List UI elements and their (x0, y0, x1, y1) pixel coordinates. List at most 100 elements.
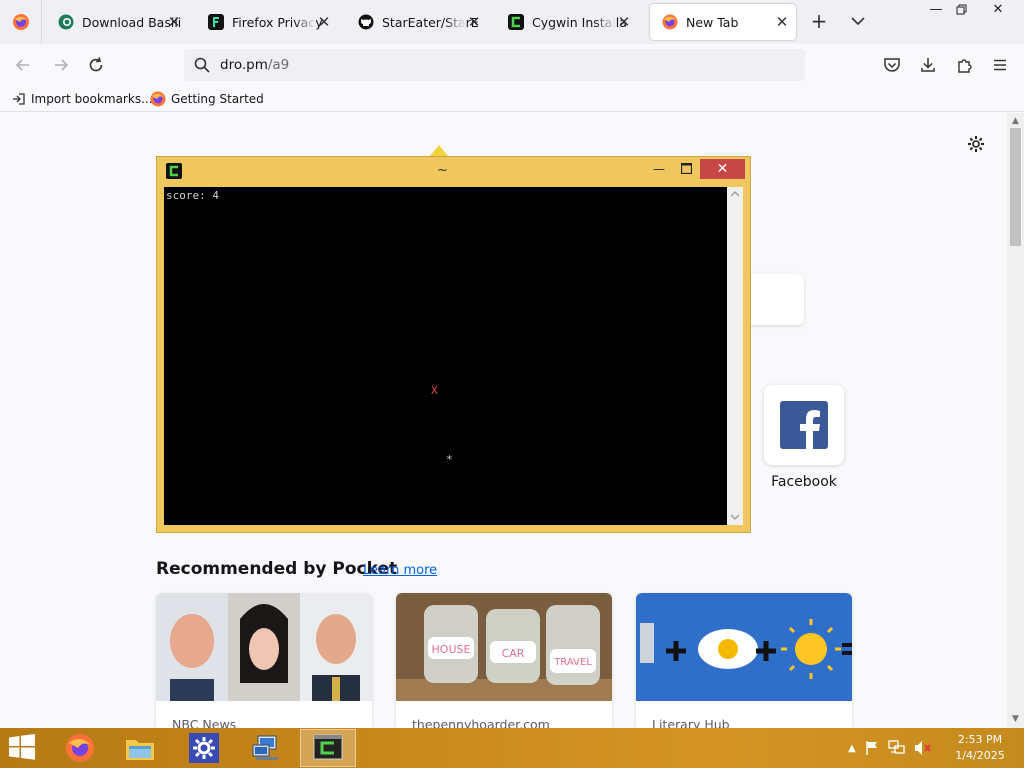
bookmark-label: Import bookmarks... (31, 92, 153, 106)
minimize-icon: — (653, 162, 665, 176)
bookmark-label: Getting Started (171, 92, 264, 106)
pocket-card[interactable]: Literary Hub (636, 593, 852, 728)
list-all-tabs-button[interactable] (846, 9, 870, 33)
taskbar-cygwin-terminal[interactable] (300, 729, 356, 767)
restore-button[interactable] (946, 0, 978, 20)
terminal-maximize-button[interactable] (672, 159, 700, 179)
firefox-icon (12, 14, 29, 30)
pocket-button[interactable] (881, 54, 903, 76)
target-marker: X (431, 384, 438, 397)
tab-download-basilisk[interactable]: Download Basilisk ✕ (46, 4, 188, 40)
url-host: dro.pm (220, 57, 268, 73)
terminal-title: ~ (437, 163, 448, 178)
forward-arrow-icon (55, 59, 69, 71)
pocket-card[interactable]: HOUSE CAR TRAVEL thepennyhoarder.com (396, 593, 612, 728)
chevron-down-icon[interactable] (730, 513, 740, 521)
close-icon: ✕ (992, 2, 1004, 17)
facebook-icon (780, 401, 828, 449)
settings-icon (189, 733, 219, 763)
taskbar-file-explorer[interactable] (112, 729, 168, 767)
learn-more-link[interactable]: Learn more (363, 563, 437, 578)
tab-cygwin-installation[interactable]: Cygwin Installation ✕ (496, 4, 638, 40)
tab-close-icon[interactable]: ✕ (466, 14, 482, 30)
terminal-scrollbar[interactable] (727, 187, 743, 525)
tab-fade (444, 4, 466, 40)
taskbar-firefox[interactable] (52, 729, 108, 767)
tab-fade (594, 4, 616, 40)
reload-button[interactable] (85, 54, 107, 76)
terminal-titlebar[interactable]: ~ — ✕ (157, 157, 750, 185)
firefox-menu-button[interactable] (0, 0, 42, 44)
shortcut-facebook[interactable] (764, 385, 844, 465)
player-marker: * (446, 453, 453, 466)
taskbar-network-computer[interactable] (238, 729, 294, 767)
bookmark-getting-started[interactable]: Getting Started (150, 90, 264, 108)
tab-label: New Tab (686, 14, 739, 30)
network-icon[interactable] (888, 740, 906, 756)
terminal-screen[interactable]: score: 4 X * (164, 187, 727, 525)
people-photo (156, 593, 372, 701)
tab-new-tab[interactable]: New Tab ✕ (650, 4, 796, 40)
scroll-up-icon[interactable]: ▲ (1010, 115, 1021, 127)
search-icon (194, 57, 210, 73)
illustration-egg-sun (636, 593, 852, 701)
chevron-down-icon (851, 17, 865, 26)
tab-close-icon[interactable]: ✕ (774, 14, 790, 30)
new-tab-button[interactable]: + (806, 8, 832, 34)
action-center-flag-icon[interactable] (864, 740, 880, 756)
volume-muted-icon[interactable] (914, 740, 932, 756)
page-scrollbar[interactable]: ▲ ▼ (1007, 113, 1024, 728)
scroll-thumb[interactable] (1010, 128, 1021, 246)
card-source: Literary Hub (652, 717, 730, 728)
close-icon: ✕ (716, 161, 729, 177)
tab-close-icon[interactable]: ✕ (316, 14, 332, 30)
taskbar: ▲ 2:53 PM 1/4/2025 (0, 728, 1024, 768)
score-text: score: 4 (166, 189, 219, 202)
import-icon (13, 93, 25, 105)
back-button[interactable] (12, 54, 34, 76)
tab-strip: Download Basilisk ✕ Firefox Privacy Noti… (0, 0, 1024, 44)
pocket-card[interactable]: NBC News (156, 593, 372, 728)
terminal-close-button[interactable]: ✕ (700, 159, 745, 179)
scroll-down-icon[interactable]: ▼ (1010, 713, 1021, 725)
clock[interactable]: 2:53 PM 1/4/2025 (950, 732, 1010, 764)
firefox-icon (150, 91, 166, 107)
downloads-button[interactable] (917, 54, 939, 76)
card-thumbnail: HOUSE CAR TRAVEL (396, 593, 612, 701)
tab-close-icon[interactable]: ✕ (616, 14, 632, 30)
tab-fade (294, 4, 316, 40)
basilisk-icon (58, 14, 74, 30)
tab-firefox-privacy-notice[interactable]: Firefox Privacy Notice ✕ (196, 4, 338, 40)
card-thumbnail (156, 593, 372, 701)
firefox-icon (662, 14, 678, 30)
personalize-button[interactable] (966, 134, 986, 154)
app-menu-button[interactable] (989, 54, 1011, 76)
bookmark-import[interactable]: Import bookmarks... (12, 90, 153, 108)
extensions-button[interactable] (954, 54, 976, 76)
card-source: thepennyhoarder.com (412, 717, 550, 728)
pocket-icon (884, 58, 900, 72)
network-computer-icon (252, 735, 278, 760)
terminal-minimize-button[interactable]: — (645, 159, 673, 179)
tab-close-icon[interactable]: ✕ (166, 14, 182, 30)
navigation-toolbar: dro.pm/a9 (0, 44, 1024, 86)
start-button[interactable] (8, 734, 40, 762)
show-hidden-icons-chevron-icon[interactable]: ▲ (848, 743, 856, 754)
money-jars-photo: HOUSE CAR TRAVEL (396, 593, 612, 701)
clock-time: 2:53 PM (957, 733, 1003, 746)
puzzle-piece-icon (958, 59, 972, 73)
chevron-up-icon[interactable] (730, 190, 740, 198)
pocket-section-title: Recommended by Pocket (156, 559, 398, 579)
taskbar-settings[interactable] (176, 729, 232, 767)
url-text[interactable]: dro.pm/a9 (220, 57, 289, 73)
forward-button[interactable] (50, 54, 72, 76)
cygwin-terminal-icon (166, 163, 182, 179)
url-path: /a9 (267, 57, 290, 73)
gear-icon (968, 136, 984, 152)
maximize-icon (680, 162, 692, 175)
url-bar[interactable]: dro.pm/a9 (184, 49, 805, 81)
tab-stareater[interactable]: StarEater/StarEater ✕ (346, 4, 488, 40)
minimize-icon: — (929, 2, 943, 17)
close-window-button[interactable]: ✕ (982, 0, 1014, 20)
terminal-window[interactable]: ~ — ✕ score: 4 X * (156, 156, 751, 533)
